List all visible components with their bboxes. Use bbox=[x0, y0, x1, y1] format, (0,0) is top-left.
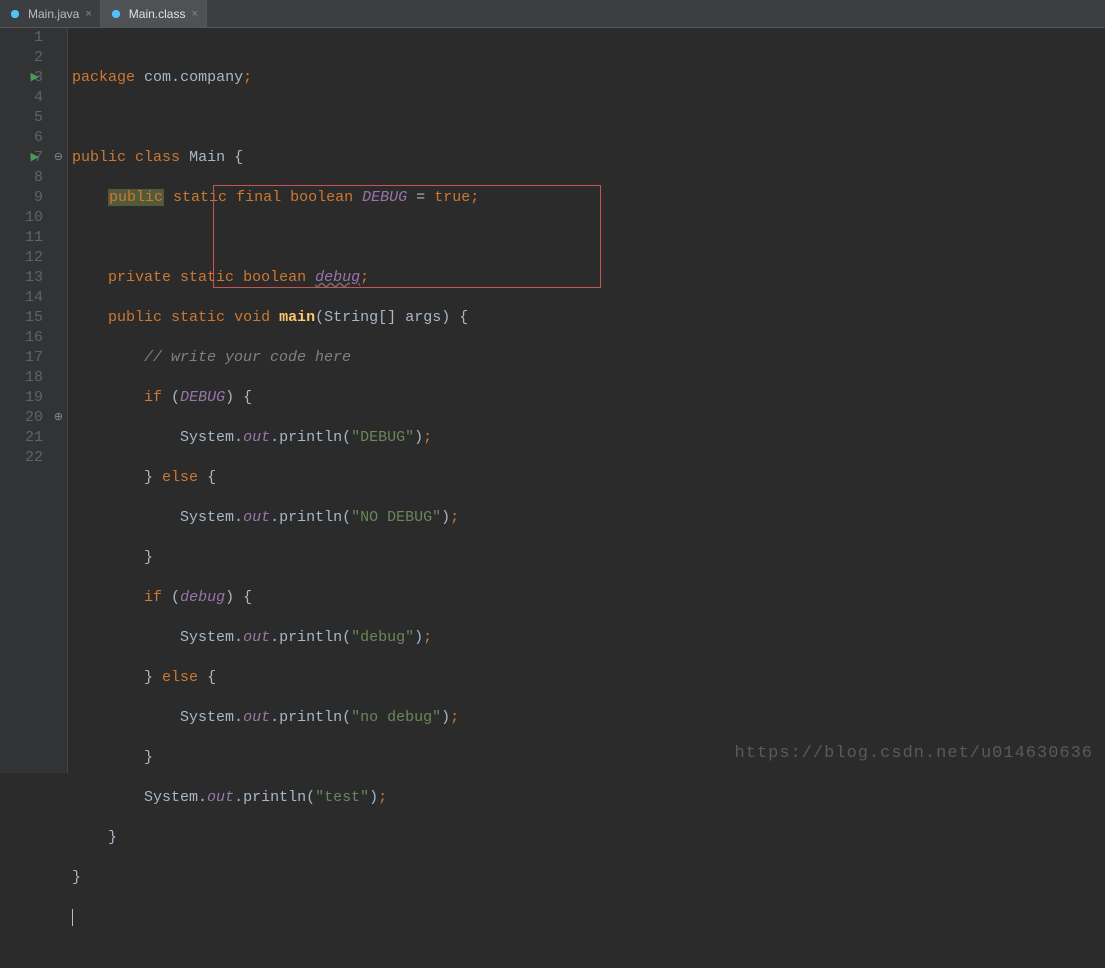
gutter-line[interactable]: 2 bbox=[0, 48, 67, 68]
gutter: 123▶4567▶⊖891011121314151617181920⊕2122 bbox=[0, 28, 68, 773]
gutter-line[interactable]: 16 bbox=[0, 328, 67, 348]
gutter-line[interactable]: 18 bbox=[0, 368, 67, 388]
gutter-line[interactable]: 9 bbox=[0, 188, 67, 208]
close-icon[interactable]: × bbox=[85, 8, 91, 20]
fold-close-icon[interactable]: ⊕ bbox=[54, 408, 63, 428]
tab-bar: Main.java × Main.class × bbox=[0, 0, 1105, 28]
tab-label: Main.java bbox=[28, 7, 79, 21]
gutter-line[interactable]: 7▶⊖ bbox=[0, 148, 67, 168]
fold-open-icon[interactable]: ⊖ bbox=[54, 148, 63, 168]
gutter-line[interactable]: 13 bbox=[0, 268, 67, 288]
gutter-line[interactable]: 5 bbox=[0, 108, 67, 128]
gutter-line[interactable]: 15 bbox=[0, 308, 67, 328]
run-marker-icon[interactable]: ▶ bbox=[31, 68, 39, 88]
class-file-icon bbox=[109, 7, 123, 21]
tab-main-java[interactable]: Main.java × bbox=[0, 0, 101, 27]
run-marker-icon[interactable]: ▶ bbox=[31, 148, 39, 168]
text-cursor bbox=[72, 909, 73, 926]
gutter-line[interactable]: 12 bbox=[0, 248, 67, 268]
code-area[interactable]: package com.company; public class Main {… bbox=[68, 28, 1105, 773]
gutter-line[interactable]: 22 bbox=[0, 448, 67, 468]
java-file-icon bbox=[8, 7, 22, 21]
gutter-line[interactable]: 21 bbox=[0, 428, 67, 448]
gutter-line[interactable]: 14 bbox=[0, 288, 67, 308]
close-icon[interactable]: × bbox=[191, 8, 197, 20]
gutter-line[interactable]: 17 bbox=[0, 348, 67, 368]
gutter-line[interactable]: 20⊕ bbox=[0, 408, 67, 428]
gutter-line[interactable]: 3▶ bbox=[0, 68, 67, 88]
gutter-line[interactable]: 10 bbox=[0, 208, 67, 228]
editor: 123▶4567▶⊖891011121314151617181920⊕2122 … bbox=[0, 28, 1105, 773]
watermark: https://blog.csdn.net/u014630636 bbox=[735, 744, 1093, 763]
gutter-line[interactable]: 19 bbox=[0, 388, 67, 408]
tab-main-class[interactable]: Main.class × bbox=[101, 0, 207, 27]
gutter-line[interactable]: 6 bbox=[0, 128, 67, 148]
gutter-line[interactable]: 4 bbox=[0, 88, 67, 108]
gutter-line[interactable]: 8 bbox=[0, 168, 67, 188]
tab-label: Main.class bbox=[129, 7, 186, 21]
gutter-line[interactable]: 1 bbox=[0, 28, 67, 48]
gutter-line[interactable]: 11 bbox=[0, 228, 67, 248]
